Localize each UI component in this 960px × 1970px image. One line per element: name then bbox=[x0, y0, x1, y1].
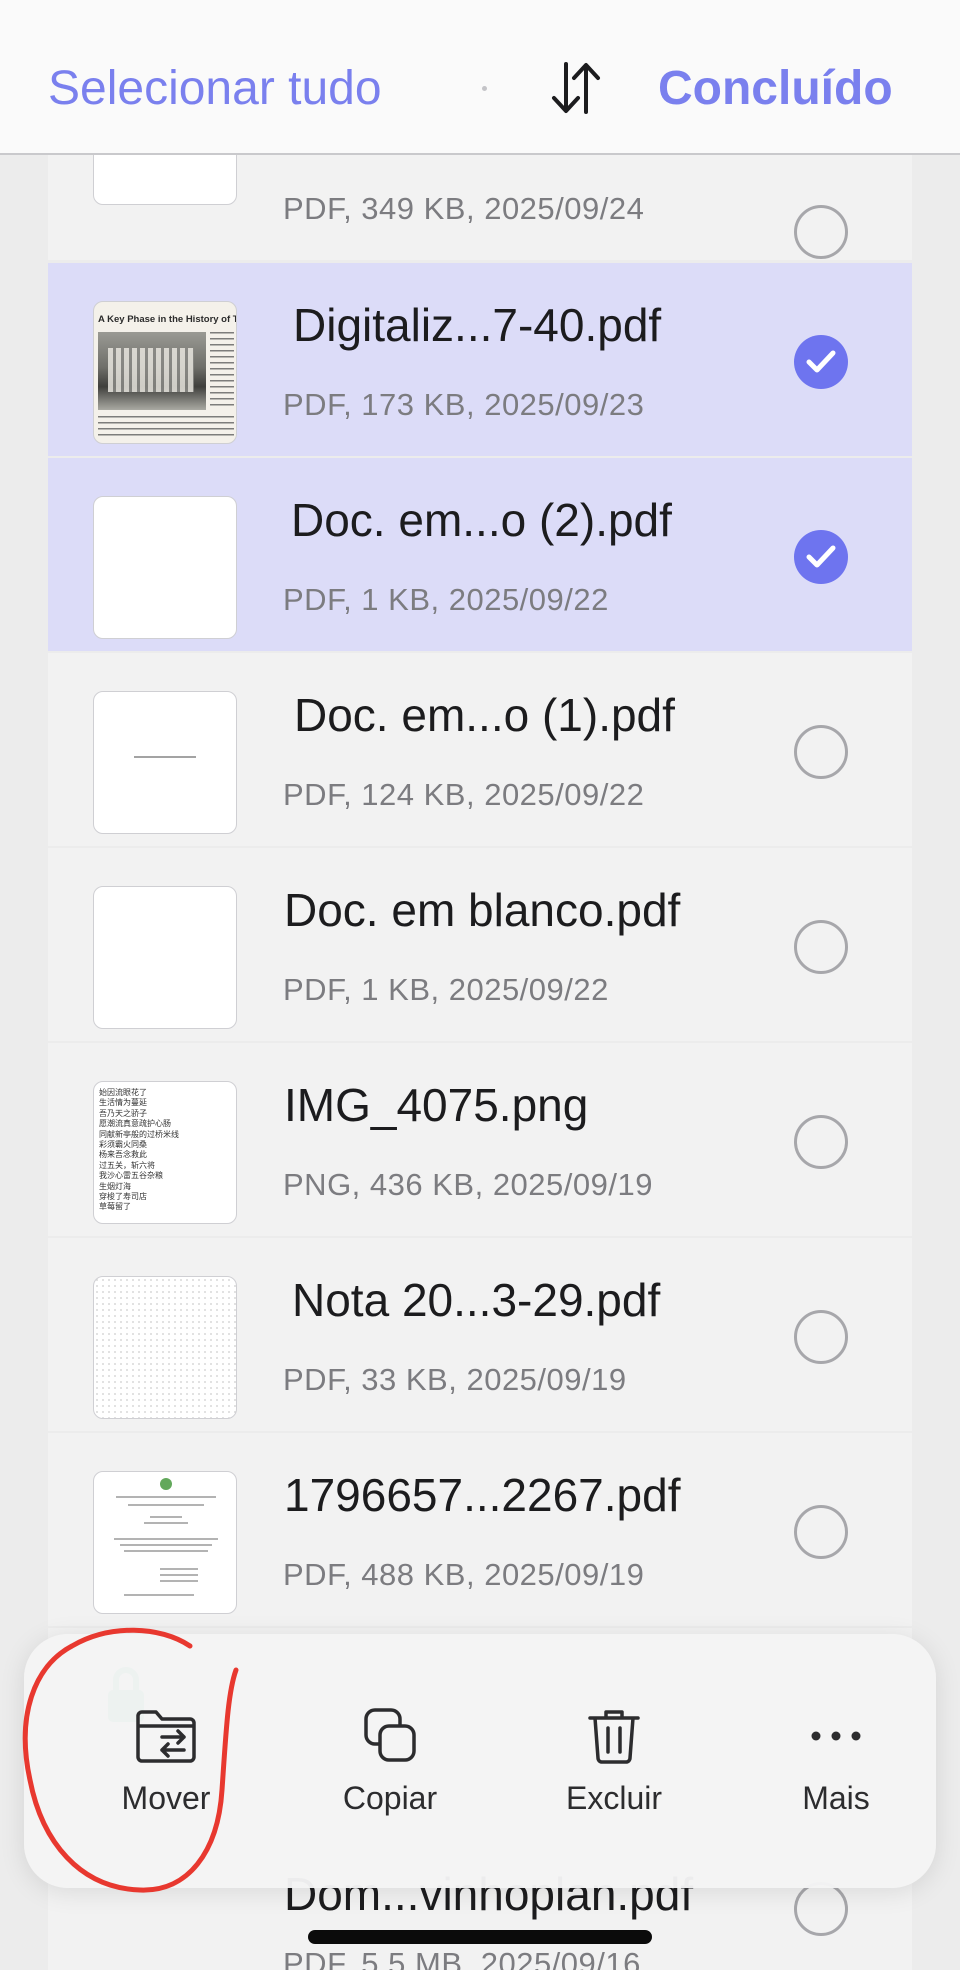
more-label: Mais bbox=[802, 1780, 870, 1816]
thumbnail-text: 始因流眼花了 生活情为蔓延 吾乃天之骄子 愿潮流真意疏护心肠 同献新亭般的过桥米… bbox=[99, 1088, 179, 1212]
file-thumbnail bbox=[93, 691, 237, 834]
select-radio[interactable] bbox=[794, 1882, 848, 1936]
select-radio[interactable] bbox=[794, 920, 848, 974]
separator-dot bbox=[482, 86, 487, 91]
select-radio[interactable] bbox=[794, 1505, 848, 1559]
more-icon bbox=[811, 1731, 861, 1741]
thumbnail-text-line bbox=[134, 756, 196, 758]
thumbnail-text-line bbox=[144, 1522, 188, 1524]
file-row[interactable]: 1796657...2267.pdf PDF, 488 KB, 2025/09/… bbox=[48, 1433, 912, 1626]
thumbnail-text-line bbox=[114, 1538, 218, 1540]
file-title: Nota 20...3-29.pdf bbox=[292, 1274, 661, 1326]
home-indicator bbox=[308, 1930, 652, 1944]
thumbnail-text-line bbox=[124, 1550, 208, 1552]
file-thumbnail bbox=[93, 1471, 237, 1614]
delete-label: Excluir bbox=[565, 1780, 662, 1816]
select-radio-checked[interactable] bbox=[794, 530, 848, 584]
file-title: Doc. em...o (2).pdf bbox=[291, 494, 672, 546]
more-button[interactable]: Mais bbox=[746, 1706, 926, 1856]
thumbnail-logo bbox=[160, 1478, 172, 1490]
file-meta: PDF, 1 KB, 2025/09/22 bbox=[283, 582, 609, 617]
file-title: IMG_4075.png bbox=[284, 1079, 589, 1131]
move-button[interactable]: Mover bbox=[76, 1706, 256, 1856]
file-thumbnail bbox=[93, 496, 237, 639]
thumbnail-text-line bbox=[150, 1516, 182, 1518]
delete-button[interactable]: Excluir bbox=[524, 1706, 704, 1856]
file-thumbnail bbox=[93, 886, 237, 1029]
thumbnail-text-line bbox=[160, 1568, 198, 1570]
select-all-button[interactable]: Selecionar tudo bbox=[48, 62, 382, 116]
select-radio-checked[interactable] bbox=[794, 335, 848, 389]
folder-move-icon bbox=[136, 1710, 196, 1763]
file-thumbnail: A Key Phase in the History of Tou bbox=[93, 301, 237, 444]
copy-button[interactable]: Copiar bbox=[300, 1706, 480, 1856]
selection-header: Selecionar tudo Concluído bbox=[0, 0, 960, 155]
thumbnail-building bbox=[108, 348, 194, 392]
file-thumbnail bbox=[93, 1276, 237, 1419]
file-meta: PDF, 124 KB, 2025/09/22 bbox=[283, 777, 645, 812]
select-radio[interactable] bbox=[794, 725, 848, 779]
thumbnail-caption: A Key Phase in the History of Tou bbox=[98, 314, 237, 325]
file-meta: PDF, 173 KB, 2025/09/23 bbox=[283, 387, 645, 422]
thumbnail-text-lines bbox=[210, 332, 234, 410]
thumbnail-text-line bbox=[124, 1594, 194, 1596]
copy-icon bbox=[364, 1708, 416, 1762]
file-meta: PNG, 436 KB, 2025/09/19 bbox=[283, 1167, 653, 1202]
file-row[interactable]: Doc. em...o (1).pdf PDF, 124 KB, 2025/09… bbox=[48, 653, 912, 846]
thumbnail-text-line bbox=[160, 1580, 198, 1582]
select-radio[interactable] bbox=[794, 205, 848, 259]
select-radio[interactable] bbox=[794, 1115, 848, 1169]
file-title: Doc. em...o (1).pdf bbox=[294, 689, 675, 741]
copy-label: Copiar bbox=[342, 1780, 438, 1816]
thumbnail-text-lines bbox=[98, 416, 234, 440]
file-meta: PDF, 33 KB, 2025/09/19 bbox=[283, 1362, 627, 1397]
checkmark-icon bbox=[806, 350, 836, 373]
select-radio[interactable] bbox=[794, 1310, 848, 1364]
checkmark-icon bbox=[806, 545, 836, 568]
file-meta: PDF, 1 KB, 2025/09/22 bbox=[283, 972, 609, 1007]
done-button[interactable]: Concluído bbox=[658, 62, 893, 116]
sort-arrows-icon[interactable] bbox=[548, 58, 604, 118]
thumbnail-text-line bbox=[116, 1496, 216, 1498]
file-row[interactable]: Doc. em blanco.pdf PDF, 1 KB, 2025/09/22 bbox=[48, 848, 912, 1041]
file-thumbnail: 始因流眼花了 生活情为蔓延 吾乃天之骄子 愿潮流真意疏护心肠 同献新亭般的过桥米… bbox=[93, 1081, 237, 1224]
file-row[interactable]: Doc. em...o (2).pdf PDF, 1 KB, 2025/09/2… bbox=[48, 458, 912, 651]
file-title: 1796657...2267.pdf bbox=[284, 1469, 681, 1521]
file-title: Digitaliz...7-40.pdf bbox=[293, 299, 662, 351]
trash-icon bbox=[588, 1710, 640, 1764]
file-meta: PDF, 5.5 MB, 2025/09/16 bbox=[283, 1946, 641, 1970]
thumbnail-text-line bbox=[160, 1574, 198, 1576]
move-label: Mover bbox=[121, 1780, 211, 1816]
action-toolbar: Mover Copiar Excluir Mais bbox=[24, 1634, 936, 1888]
thumbnail-text-line bbox=[120, 1544, 212, 1546]
file-meta: PDF, 349 KB, 2025/09/24 bbox=[283, 191, 645, 226]
file-meta: PDF, 488 KB, 2025/09/19 bbox=[283, 1557, 645, 1592]
file-row[interactable]: 始因流眼花了 生活情为蔓延 吾乃天之骄子 愿潮流真意疏护心肠 同献新亭般的过桥米… bbox=[48, 1043, 912, 1236]
file-title: Doc. em blanco.pdf bbox=[284, 884, 681, 936]
file-row[interactable]: Nota 20...3-29.pdf PDF, 33 KB, 2025/09/1… bbox=[48, 1238, 912, 1431]
thumbnail-text-line bbox=[128, 1504, 204, 1506]
file-row[interactable]: A Key Phase in the History of Tou Digita… bbox=[48, 263, 912, 456]
